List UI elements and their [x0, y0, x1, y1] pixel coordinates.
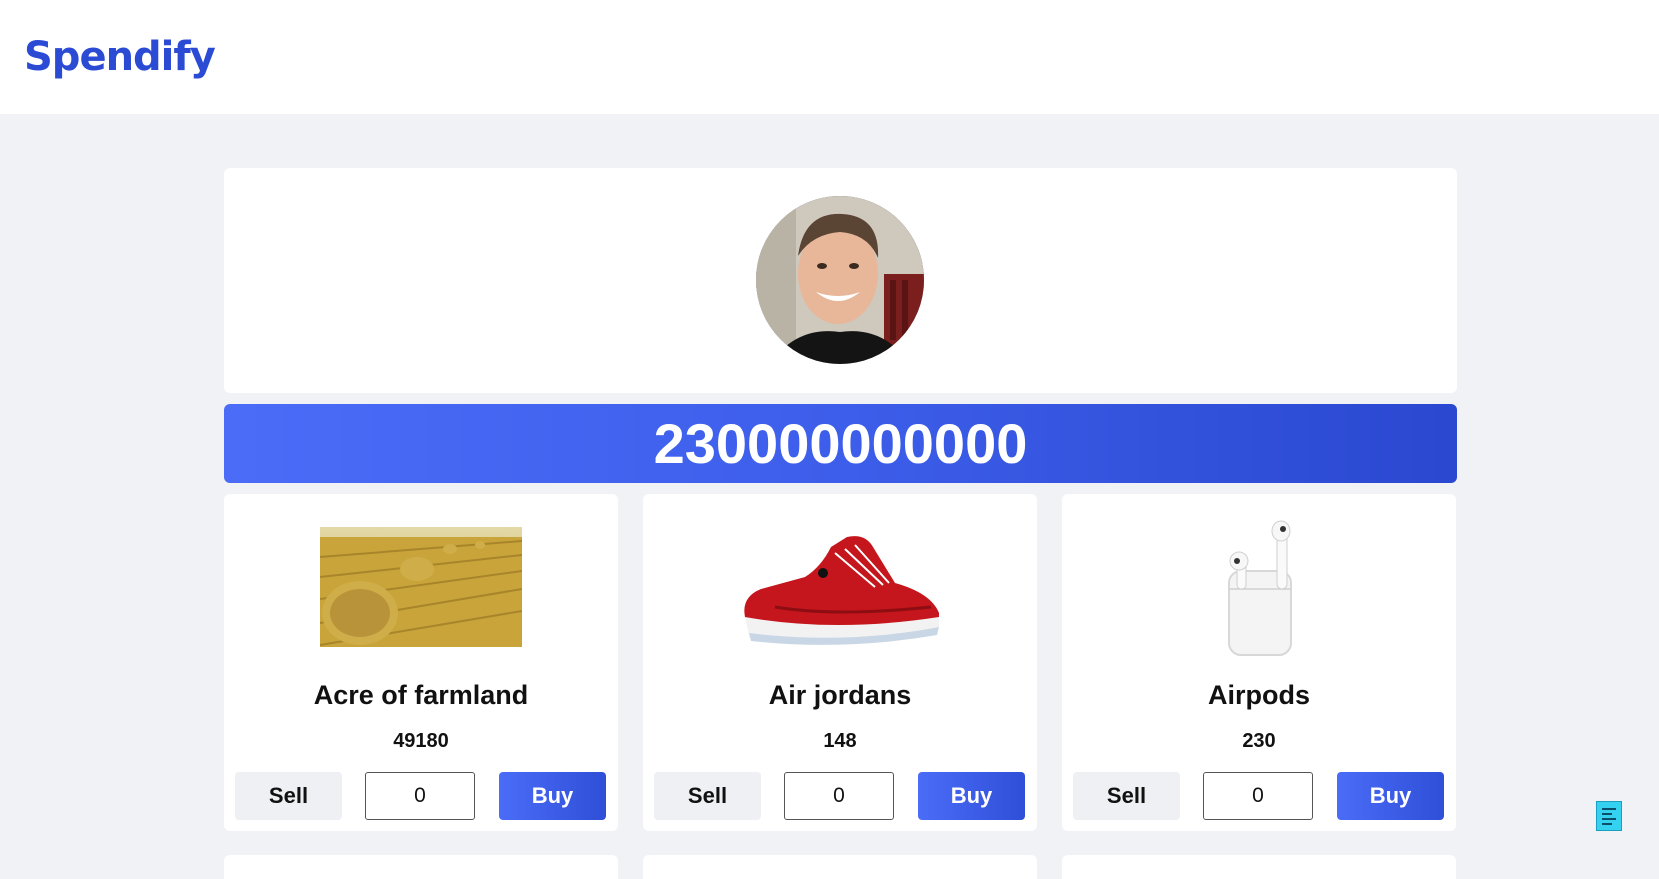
hay-field-image	[224, 512, 618, 662]
item-name: Acre of farmland	[313, 680, 529, 710]
item-card-farmland: Acre of farmland 49180 Sell Buy	[224, 494, 618, 831]
sell-button[interactable]: Sell	[235, 772, 342, 820]
item-card-air-jordans: Air jordans 148 Sell Buy	[643, 494, 1037, 831]
avatar	[756, 196, 924, 364]
airpods-image	[1062, 512, 1456, 662]
item-price: 230	[1242, 730, 1276, 752]
item-card-partial	[1062, 855, 1456, 879]
item-price: 148	[823, 730, 857, 752]
item-card-airpods: Airpods 230 Sell Buy	[1062, 494, 1456, 831]
item-card-partial	[224, 855, 618, 879]
item-price: 49180	[393, 730, 449, 752]
item-name: Air jordans	[768, 680, 912, 710]
quantity-input[interactable]	[1203, 772, 1313, 820]
buy-button[interactable]: Buy	[499, 772, 606, 820]
item-card-partial	[643, 855, 1037, 879]
red-sneaker-image	[643, 512, 1037, 662]
sell-button[interactable]: Sell	[654, 772, 761, 820]
quantity-input[interactable]	[365, 772, 475, 820]
profile-card	[224, 168, 1457, 393]
sell-button[interactable]: Sell	[1073, 772, 1180, 820]
app-logo[interactable]: Spendify	[24, 34, 216, 80]
buy-button[interactable]: Buy	[1337, 772, 1444, 820]
top-bar: Spendify	[0, 0, 1659, 114]
document-icon[interactable]	[1596, 801, 1622, 831]
buy-button[interactable]: Buy	[918, 772, 1025, 820]
item-name: Airpods	[1207, 680, 1310, 710]
balance-banner: 230000000000	[224, 404, 1457, 483]
quantity-input[interactable]	[784, 772, 894, 820]
